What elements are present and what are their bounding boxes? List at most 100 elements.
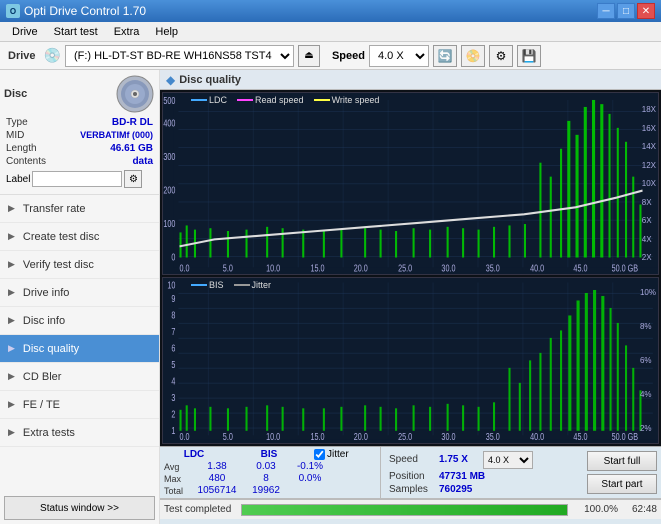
status-window-button[interactable]: Status window >> xyxy=(4,496,155,520)
legend-bis: BIS xyxy=(191,280,224,290)
svg-text:5: 5 xyxy=(171,359,175,371)
svg-text:40.0: 40.0 xyxy=(530,431,544,443)
disc-type-label: Type xyxy=(6,117,28,128)
svg-text:25.0: 25.0 xyxy=(398,431,412,443)
svg-text:400: 400 xyxy=(163,117,175,128)
eject-button[interactable]: ⏏ xyxy=(298,45,320,67)
total-label: Total xyxy=(164,486,188,496)
menu-drive[interactable]: Drive xyxy=(4,24,46,40)
svg-text:45.0: 45.0 xyxy=(573,431,587,443)
nav-transfer-rate-label: Transfer rate xyxy=(23,203,86,215)
menu-start-test[interactable]: Start test xyxy=(46,24,106,40)
progress-fill xyxy=(242,505,567,515)
jitter-checkbox[interactable] xyxy=(314,449,325,460)
drive-label: Drive xyxy=(4,50,40,62)
menu-bar: Drive Start test Extra Help xyxy=(0,22,661,42)
svg-text:45.0: 45.0 xyxy=(573,262,587,273)
save-button[interactable]: 💾 xyxy=(517,45,541,67)
drive-icon: 💿 xyxy=(44,47,61,64)
disc-length-label: Length xyxy=(6,143,37,154)
right-panel: ◆ Disc quality LDC Read speed xyxy=(160,70,661,524)
chart1-container: LDC Read speed Write speed 18X 16X 14X xyxy=(162,92,659,275)
sidebar-item-extra-tests[interactable]: ▶ Extra tests xyxy=(0,419,159,447)
avg-jitter: -0.1% xyxy=(290,461,330,472)
svg-text:500: 500 xyxy=(163,95,175,106)
svg-text:10.0: 10.0 xyxy=(266,262,280,273)
speed-value: 1.75 X xyxy=(439,454,479,465)
close-button[interactable]: ✕ xyxy=(637,3,655,19)
nav-drive-info-label: Drive info xyxy=(23,287,69,299)
disc-label-btn[interactable]: ⚙ xyxy=(124,170,142,188)
disc-label-input[interactable] xyxy=(32,171,122,187)
legend-jitter: Jitter xyxy=(234,280,272,290)
avg-label: Avg xyxy=(164,462,188,472)
refresh-button[interactable]: 🔄 xyxy=(433,45,457,67)
settings-button[interactable]: ⚙ xyxy=(489,45,513,67)
svg-text:10: 10 xyxy=(167,279,175,291)
menu-help[interactable]: Help xyxy=(147,24,186,40)
svg-text:30.0: 30.0 xyxy=(441,431,455,443)
chart-area: LDC Read speed Write speed 18X 16X 14X xyxy=(160,90,661,446)
sidebar-item-transfer-rate[interactable]: ▶ Transfer rate xyxy=(0,195,159,223)
sidebar-nav: ▶ Transfer rate ▶ Create test disc ▶ Ver… xyxy=(0,195,159,492)
max-ldc: 480 xyxy=(192,473,242,484)
svg-text:40.0: 40.0 xyxy=(530,262,544,273)
start-part-button[interactable]: Start part xyxy=(587,474,657,494)
stats-bar: LDC BIS Jitter Avg 1.38 0.03 -0.1% xyxy=(160,446,661,524)
svg-text:8: 8 xyxy=(171,309,175,321)
svg-text:9: 9 xyxy=(171,293,175,305)
position-value: 47731 MB xyxy=(439,471,485,482)
sidebar-item-create-test-disc[interactable]: ▶ Create test disc xyxy=(0,223,159,251)
sidebar-item-disc-quality[interactable]: ▶ Disc quality xyxy=(0,335,159,363)
drive-select[interactable]: (F:) HL-DT-ST BD-RE WH16NS58 TST4 xyxy=(65,45,294,67)
sidebar-item-cd-bler[interactable]: ▶ CD Bler xyxy=(0,363,159,391)
maximize-button[interactable]: □ xyxy=(617,3,635,19)
stats-bis-header: BIS xyxy=(244,449,294,460)
disc-mid-label: MID xyxy=(6,130,24,141)
speed-select[interactable]: 4.0 X xyxy=(369,45,429,67)
disc-contents-value: data xyxy=(132,156,153,167)
sidebar-item-verify-test-disc[interactable]: ▶ Verify test disc xyxy=(0,251,159,279)
drive-bar: Drive 💿 (F:) HL-DT-ST BD-RE WH16NS58 TST… xyxy=(0,42,661,70)
start-full-button[interactable]: Start full xyxy=(587,451,657,471)
svg-text:10.0: 10.0 xyxy=(266,431,280,443)
stats-ldc-header: LDC xyxy=(164,449,224,460)
speed-select2[interactable]: 4.0 X xyxy=(483,451,533,469)
svg-text:2: 2 xyxy=(171,408,175,420)
sidebar-item-disc-info[interactable]: ▶ Disc info xyxy=(0,307,159,335)
svg-text:15.0: 15.0 xyxy=(310,431,324,443)
nav-create-test-disc-label: Create test disc xyxy=(23,231,99,243)
samples-value: 760295 xyxy=(439,484,472,495)
svg-text:5.0: 5.0 xyxy=(223,262,233,273)
svg-text:100: 100 xyxy=(163,218,175,229)
nav-cd-bler-label: CD Bler xyxy=(23,371,62,383)
svg-text:15.0: 15.0 xyxy=(310,262,324,273)
status-text: Test completed xyxy=(164,504,231,515)
svg-text:5.0: 5.0 xyxy=(223,431,233,443)
svg-text:50.0 GB: 50.0 GB xyxy=(612,431,638,443)
disc-icon xyxy=(115,74,155,114)
nav-disc-quality-label: Disc quality xyxy=(23,343,79,355)
menu-extra[interactable]: Extra xyxy=(106,24,148,40)
legend-ldc: LDC xyxy=(191,95,227,105)
media-button[interactable]: 📀 xyxy=(461,45,485,67)
svg-text:35.0: 35.0 xyxy=(486,262,500,273)
disc-panel-title: Disc xyxy=(4,88,27,100)
svg-text:20.0: 20.0 xyxy=(354,262,368,273)
main-content: Disc Type BD-R DL MID VERBATIMf (000) Le… xyxy=(0,70,661,524)
sidebar-item-drive-info[interactable]: ▶ Drive info xyxy=(0,279,159,307)
panel-title: Disc quality xyxy=(179,74,241,86)
progress-percent: 100.0% xyxy=(578,504,618,515)
nav-fe-te-label: FE / TE xyxy=(23,399,60,411)
minimize-button[interactable]: ─ xyxy=(597,3,615,19)
total-ldc: 1056714 xyxy=(192,485,242,496)
svg-text:6: 6 xyxy=(171,342,175,354)
chart1-y-right: 18X 16X 14X 12X 10X 8X 6X 4X 2X xyxy=(642,93,658,274)
disc-mid-value: VERBATIMf (000) xyxy=(80,130,153,141)
sidebar-item-fe-te[interactable]: ▶ FE / TE xyxy=(0,391,159,419)
legend-read-speed: Read speed xyxy=(237,95,304,105)
nav-disc-info-label: Disc info xyxy=(23,315,65,327)
disc-contents-label: Contents xyxy=(6,156,46,167)
svg-text:200: 200 xyxy=(163,184,175,195)
speed-label2: Speed xyxy=(389,454,435,465)
